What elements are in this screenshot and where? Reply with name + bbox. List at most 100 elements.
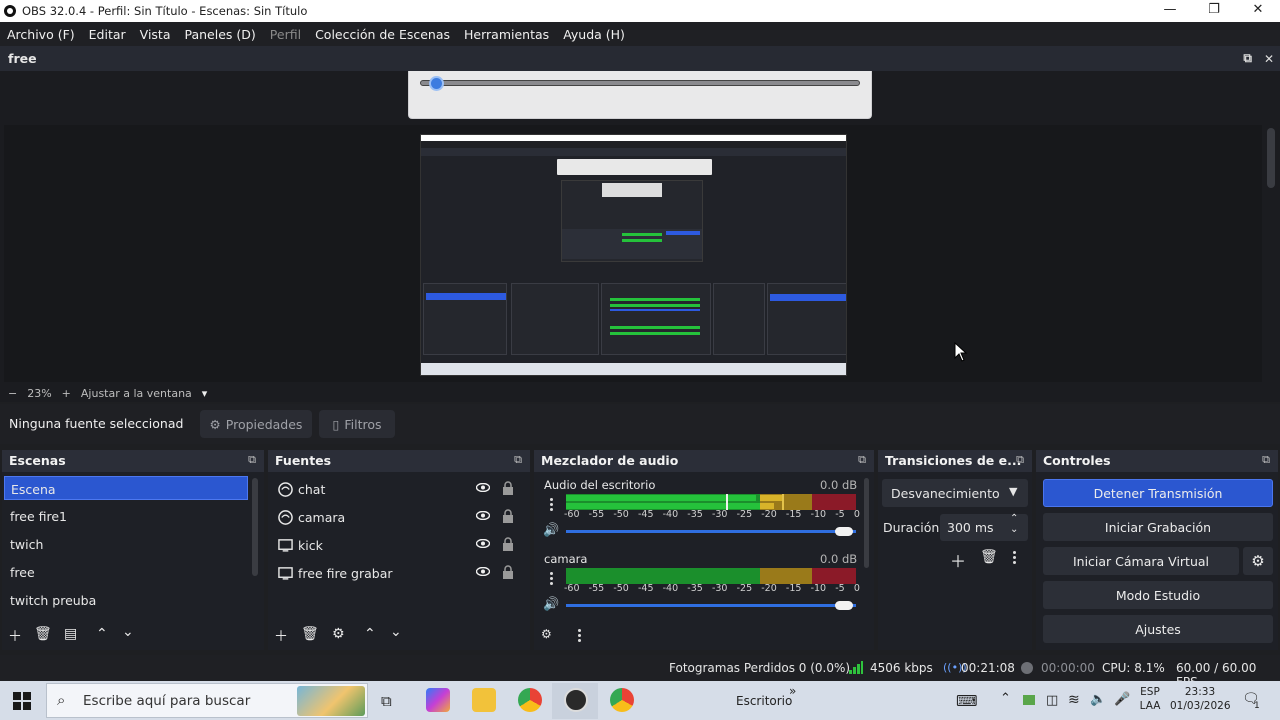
- remove-scene-icon[interactable]: 🗑: [34, 626, 52, 642]
- virtual-camera-settings-gear-icon[interactable]: ⚙: [1243, 547, 1273, 575]
- start-recording-button[interactable]: Iniciar Grabación: [1043, 513, 1273, 541]
- spin-up-icon[interactable]: ⌃: [1010, 513, 1018, 524]
- channel-menu-icon[interactable]: [550, 498, 554, 513]
- visibility-eye-icon[interactable]: [476, 567, 490, 576]
- microphone-icon[interactable]: 🎤: [1114, 692, 1130, 707]
- scene-item-free[interactable]: free: [4, 560, 248, 584]
- taskbar-clock[interactable]: 23:33 01/03/2026: [1170, 686, 1231, 712]
- remove-source-icon[interactable]: 🗑: [301, 626, 319, 642]
- duration-value: 300 ms: [947, 520, 994, 535]
- taskbar-search-box[interactable]: ⌕ Escribe aquí para buscar: [46, 683, 368, 718]
- scene-item-free-fire1[interactable]: free fire1: [4, 504, 248, 528]
- float-dock-icon[interactable]: ⧉: [1016, 453, 1024, 467]
- nvidia-tray-icon[interactable]: [1023, 695, 1035, 705]
- move-up-icon[interactable]: ⌃: [96, 626, 108, 642]
- minimize-button[interactable]: —: [1148, 0, 1192, 22]
- desktop-toolbar-label[interactable]: Escritorio: [736, 694, 792, 708]
- speaker-icon[interactable]: 🔊: [543, 597, 559, 612]
- channel-menu-icon[interactable]: [550, 572, 554, 587]
- obs-taskbar-icon[interactable]: [564, 688, 588, 712]
- transition-menu-icon[interactable]: [1013, 551, 1017, 566]
- float-dock-icon[interactable]: ⧉: [1262, 453, 1270, 467]
- menu-archivo[interactable]: Archivo (F): [0, 27, 82, 42]
- preview-scrollbar[interactable]: [1267, 128, 1275, 188]
- close-button[interactable]: ✕: [1236, 0, 1280, 22]
- language-indicator[interactable]: ESP LAA: [1139, 686, 1161, 712]
- duration-spinbox[interactable]: 300 ms ⌃ ⌄: [940, 513, 1028, 541]
- chrome-icon[interactable]: [518, 688, 542, 712]
- close-dock-icon[interactable]: ✕: [1264, 52, 1274, 66]
- copilot-icon[interactable]: [426, 688, 450, 712]
- fit-to-window-label[interactable]: Ajustar a la ventana: [81, 387, 192, 400]
- speaker-icon[interactable]: 🔊: [543, 523, 559, 538]
- remove-transition-icon[interactable]: 🗑: [980, 549, 998, 565]
- lock-icon[interactable]: [502, 537, 514, 551]
- scene-item-escena[interactable]: Escena: [4, 476, 248, 500]
- add-scene-icon[interactable]: ＋: [8, 626, 22, 646]
- desktop-expand-chevron[interactable]: »: [789, 684, 796, 698]
- volume-slider-knob[interactable]: [835, 527, 854, 536]
- menu-perfil[interactable]: Perfil: [263, 27, 308, 42]
- mixer-menu-icon[interactable]: [578, 629, 582, 644]
- task-view-icon[interactable]: ⧉: [381, 692, 392, 710]
- wifi-icon[interactable]: ≋: [1068, 692, 1080, 708]
- scene-item-twich[interactable]: twich: [4, 532, 248, 556]
- transition-select[interactable]: Desvanecimiento ▼: [882, 479, 1028, 507]
- keyboard-icon[interactable]: ⌨: [956, 692, 978, 710]
- menu-coleccion-escenas[interactable]: Colección de Escenas: [308, 27, 457, 42]
- source-item-kick[interactable]: kick: [276, 534, 521, 558]
- float-dock-icon[interactable]: ⧉: [248, 453, 256, 467]
- scene-item-twitch-preuba[interactable]: twitch preuba: [4, 588, 248, 612]
- studio-mode-button[interactable]: Modo Estudio: [1043, 581, 1273, 609]
- zoom-out-button[interactable]: −: [8, 387, 17, 400]
- float-dock-icon[interactable]: ⧉: [858, 453, 866, 467]
- volume-slider-track[interactable]: [566, 604, 856, 607]
- menu-ayuda[interactable]: Ayuda (H): [556, 27, 632, 42]
- mixer-scrollbar[interactable]: [864, 478, 869, 568]
- stop-stream-button[interactable]: Detener Transmisión: [1043, 479, 1273, 507]
- menu-editar[interactable]: Editar: [82, 27, 133, 42]
- device-tray-icon[interactable]: ◫: [1046, 693, 1058, 708]
- properties-button[interactable]: ⚙ Propiedades: [200, 410, 312, 438]
- menu-vista[interactable]: Vista: [133, 27, 178, 42]
- source-item-chat[interactable]: chat: [276, 478, 521, 502]
- menu-paneles[interactable]: Paneles (D): [178, 27, 263, 42]
- move-down-icon[interactable]: ⌄: [122, 624, 134, 640]
- media-slider-track[interactable]: [420, 80, 860, 86]
- windows-start-icon[interactable]: [13, 692, 31, 710]
- visibility-eye-icon[interactable]: [476, 511, 490, 520]
- source-item-free-fire-grabar[interactable]: free fire grabar: [276, 562, 521, 586]
- source-item-camara[interactable]: camara: [276, 506, 521, 530]
- volume-slider-knob[interactable]: [835, 601, 854, 610]
- volume-slider-track[interactable]: [566, 530, 856, 533]
- restore-button[interactable]: ❐: [1192, 0, 1236, 22]
- file-explorer-icon[interactable]: [472, 688, 496, 712]
- visibility-eye-icon[interactable]: [476, 483, 490, 492]
- visibility-eye-icon[interactable]: [476, 539, 490, 548]
- lock-icon[interactable]: [502, 565, 514, 579]
- advanced-audio-icon[interactable]: ⚙: [541, 627, 552, 641]
- spin-down-icon[interactable]: ⌄: [1010, 524, 1018, 535]
- chrome-profile-icon[interactable]: [610, 688, 634, 712]
- float-dock-icon[interactable]: ⧉: [514, 453, 522, 467]
- lock-icon[interactable]: [502, 481, 514, 495]
- start-virtual-camera-button[interactable]: Iniciar Cámara Virtual: [1043, 547, 1239, 575]
- menu-herramientas[interactable]: Herramientas: [457, 27, 556, 42]
- zoom-in-button[interactable]: +: [62, 387, 71, 400]
- float-dock-icon[interactable]: ⧉: [1243, 51, 1252, 66]
- move-down-icon[interactable]: ⌄: [390, 624, 402, 640]
- scene-filters-icon[interactable]: ▤: [64, 626, 77, 642]
- volume-icon[interactable]: 🔈: [1090, 692, 1106, 707]
- chevron-up-icon[interactable]: ⌃: [1000, 691, 1011, 706]
- settings-button[interactable]: Ajustes: [1043, 615, 1273, 643]
- add-transition-icon[interactable]: ＋: [950, 548, 966, 572]
- lock-icon[interactable]: [502, 509, 514, 523]
- db-tick-label: -55: [588, 583, 605, 594]
- filters-button[interactable]: ▯ Filtros: [319, 410, 395, 438]
- add-source-icon[interactable]: ＋: [274, 626, 288, 646]
- media-slider-handle[interactable]: [428, 76, 444, 91]
- fit-dropdown-icon[interactable]: ▾: [202, 387, 208, 400]
- move-up-icon[interactable]: ⌃: [364, 626, 376, 642]
- source-settings-icon[interactable]: ⚙: [332, 626, 345, 642]
- scenes-scrollbar[interactable]: [252, 478, 258, 576]
